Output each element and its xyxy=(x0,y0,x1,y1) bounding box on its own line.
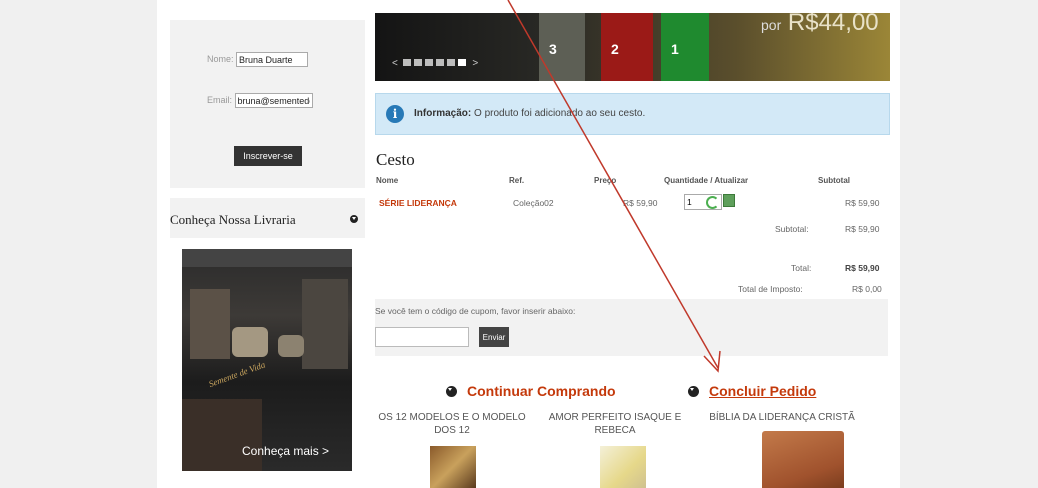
annotation-arrow xyxy=(507,0,721,373)
page-container: Nome: Email: Inscrever-se Conheça Nossa … xyxy=(157,0,900,488)
